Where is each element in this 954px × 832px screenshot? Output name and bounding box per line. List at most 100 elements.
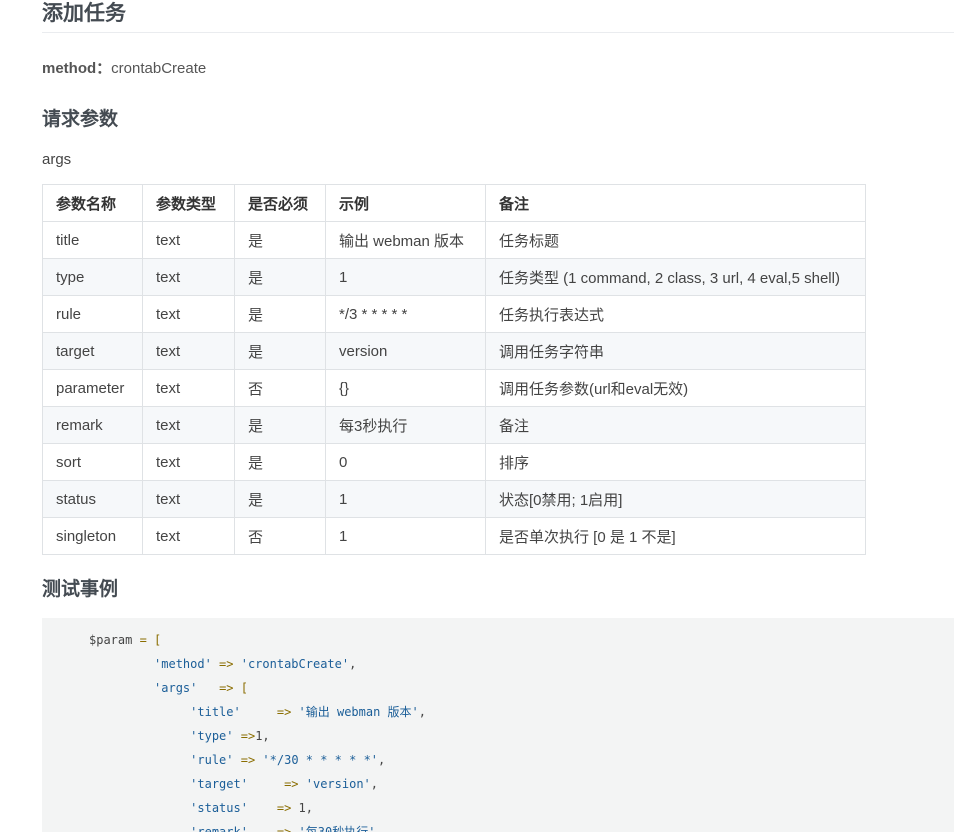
table-cell: 是	[234, 221, 326, 259]
code-token: 'remark'	[190, 825, 248, 832]
table-row: remark text 是 每3秒执行 备注	[42, 406, 866, 444]
table-row: title text 是 输出 webman 版本 任务标题	[42, 221, 866, 259]
table-cell: 任务标题	[485, 221, 866, 259]
table-cell: 1	[325, 480, 486, 518]
method-line: method：crontabCreate	[42, 58, 206, 80]
table-cell: rule	[42, 295, 143, 333]
table-row: rule text 是 */3 * * * * * 任务执行表达式	[42, 295, 866, 333]
table-cell: text	[142, 369, 235, 407]
table-cell: 状态[0禁用; 1启用]	[485, 480, 866, 518]
table-cell: text	[142, 221, 235, 259]
code-token: '每30秒执行'	[298, 825, 376, 832]
code-line: 'method' => 'crontabCreate',	[89, 652, 954, 676]
column-header: 参数类型	[142, 184, 235, 222]
code-line: 'target' => 'version',	[89, 772, 954, 796]
code-token: 'status'	[190, 801, 248, 815]
code-token: ,	[378, 753, 386, 767]
table-cell: 是	[234, 295, 326, 333]
code-line: 'remark' => '每30秒执行',	[89, 820, 954, 832]
table-cell: title	[42, 221, 143, 259]
code-token: =>	[240, 705, 299, 719]
table-cell: sort	[42, 443, 143, 481]
table-cell: 否	[234, 369, 326, 407]
column-header: 示例	[325, 184, 486, 222]
code-token: 'crontabCreate'	[240, 657, 350, 671]
table-cell: 1	[325, 258, 486, 296]
table-cell: text	[142, 443, 235, 481]
code-token: => [	[197, 681, 248, 695]
table-cell: text	[142, 517, 235, 555]
table-cell: 否	[234, 517, 326, 555]
code-token: 1,	[255, 729, 270, 743]
table-cell: 任务类型 (1 command, 2 class, 3 url, 4 eval,…	[485, 258, 866, 296]
table-cell: {}	[325, 369, 486, 407]
table-cell: text	[142, 295, 235, 333]
table-cell: 是	[234, 258, 326, 296]
table-header-row: 参数名称 参数类型 是否必须 示例 备注	[42, 184, 866, 222]
code-content: $param = [ 'method' => 'crontabCreate', …	[42, 618, 954, 832]
code-line: 'args' => [	[89, 676, 954, 700]
table-cell: remark	[42, 406, 143, 444]
table-cell: 是否单次执行 [0 是 1 不是]	[485, 517, 866, 555]
code-token: =>	[247, 777, 306, 791]
code-token: 1,	[298, 801, 313, 815]
table-row: target text 是 version 调用任务字符串	[42, 332, 866, 370]
code-token: ,	[349, 657, 357, 671]
table-cell: 任务执行表达式	[485, 295, 866, 333]
code-token: = [	[139, 633, 162, 647]
table-cell: 是	[234, 332, 326, 370]
code-line: 'status' => 1,	[89, 796, 954, 820]
table-cell: 排序	[485, 443, 866, 481]
code-block: $param = [ 'method' => 'crontabCreate', …	[42, 618, 954, 832]
table-cell: */3 * * * * *	[325, 295, 486, 333]
table-row: singleton text 否 1 是否单次执行 [0 是 1 不是]	[42, 517, 866, 555]
code-token: =>	[247, 801, 299, 815]
table-cell: parameter	[42, 369, 143, 407]
table-cell: 是	[234, 480, 326, 518]
code-token: =>	[247, 825, 299, 832]
table-cell: 每3秒执行	[325, 406, 486, 444]
table-cell: status	[42, 480, 143, 518]
page-title: 添加任务	[42, 0, 954, 33]
api-doc-page: 添加任务 method：crontabCreate 请求参数 args 参数名称…	[0, 0, 954, 832]
code-token: 'type'	[190, 729, 234, 743]
table-cell: 0	[325, 443, 486, 481]
code-token: 'rule'	[190, 753, 234, 767]
table-cell: version	[325, 332, 486, 370]
args-label: args	[42, 151, 72, 168]
code-line: 'type' =>1,	[89, 724, 954, 748]
table-cell: text	[142, 480, 235, 518]
table-cell: type	[42, 258, 143, 296]
table-cell: 是	[234, 406, 326, 444]
table-cell: 备注	[485, 406, 866, 444]
code-token: ,	[418, 705, 427, 719]
code-token: 'version'	[305, 777, 371, 791]
table-cell: target	[42, 332, 143, 370]
table-cell: 调用任务字符串	[485, 332, 866, 370]
code-token: 'title'	[190, 705, 241, 719]
table-cell: text	[142, 406, 235, 444]
code-token: =>	[233, 729, 256, 743]
params-table: 参数名称 参数类型 是否必须 示例 备注 title text 是 输出 web…	[42, 184, 866, 555]
code-token: ,	[370, 777, 379, 791]
code-token: 'method'	[154, 657, 212, 671]
code-token: '输出 webman 版本'	[298, 705, 419, 719]
table-cell: 1	[325, 517, 486, 555]
table-cell: 输出 webman 版本	[325, 221, 486, 259]
table-cell: 调用任务参数(url和eval无效)	[485, 369, 866, 407]
code-token: 'target'	[190, 777, 248, 791]
code-token: $param	[89, 633, 140, 647]
table-cell: singleton	[42, 517, 143, 555]
table-cell: text	[142, 332, 235, 370]
code-line: 'title' => '输出 webman 版本',	[89, 700, 954, 724]
table-row: type text 是 1 任务类型 (1 command, 2 class, …	[42, 258, 866, 296]
code-line: 'rule' => '*/30 * * * * *',	[89, 748, 954, 772]
